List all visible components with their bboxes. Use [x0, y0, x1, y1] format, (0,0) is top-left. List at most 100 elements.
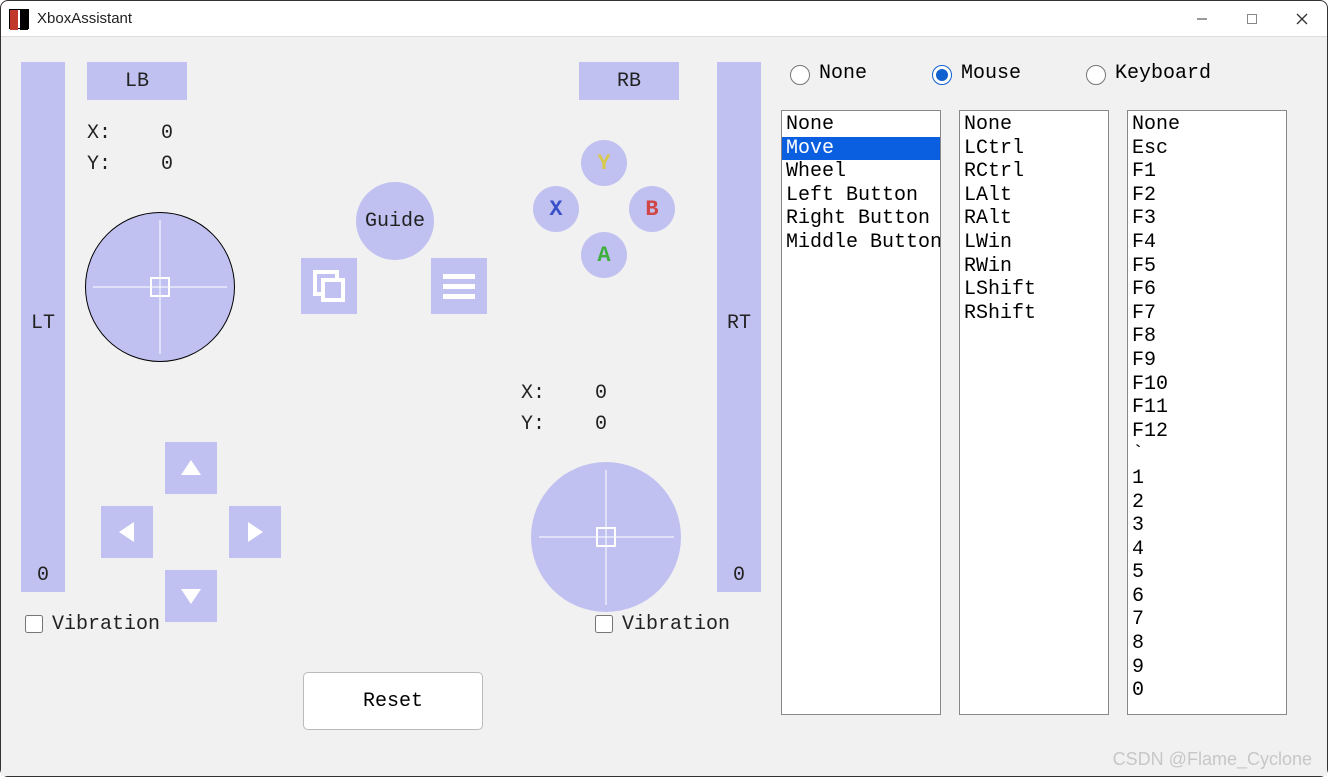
- list-item[interactable]: RWin: [960, 255, 1108, 279]
- list-item[interactable]: LShift: [960, 278, 1108, 302]
- list-item[interactable]: LAlt: [960, 184, 1108, 208]
- list-item[interactable]: 6: [1128, 585, 1286, 609]
- face-button-x[interactable]: X: [533, 186, 579, 232]
- list-item[interactable]: Left Button: [782, 184, 940, 208]
- dpad-left[interactable]: [101, 506, 153, 558]
- list-item[interactable]: F2: [1128, 184, 1286, 208]
- keyboard-list[interactable]: NoneEscF1F2F3F4F5F6F7F8F9F10F11F12`12345…: [1127, 110, 1287, 715]
- left-stick-x: 0: [161, 122, 173, 145]
- back-button[interactable]: [301, 258, 357, 314]
- radio-mouse[interactable]: Mouse: [927, 62, 1021, 85]
- close-button[interactable]: [1277, 1, 1327, 37]
- controller-area: LT 0 RT 0 LB RB X:0 Y:0 X:0 Y:0 Guide Y …: [21, 62, 761, 761]
- list-item[interactable]: Esc: [1128, 137, 1286, 161]
- titlebar: XboxAssistant: [1, 1, 1327, 37]
- back-icon: [312, 269, 346, 303]
- list-item[interactable]: 3: [1128, 514, 1286, 538]
- list-item[interactable]: LCtrl: [960, 137, 1108, 161]
- left-vibration[interactable]: Vibration: [21, 612, 160, 636]
- minimize-button[interactable]: [1177, 1, 1227, 37]
- menu-button[interactable]: [431, 258, 487, 314]
- left-stick[interactable]: [85, 212, 235, 362]
- left-stick-x-label: X:: [87, 122, 111, 145]
- list-item[interactable]: F7: [1128, 302, 1286, 326]
- face-button-b[interactable]: B: [629, 186, 675, 232]
- list-item[interactable]: 4: [1128, 538, 1286, 562]
- right-bumper[interactable]: RB: [579, 62, 679, 100]
- right-stick-y: 0: [595, 413, 607, 436]
- list-item[interactable]: F1: [1128, 160, 1286, 184]
- list-item[interactable]: F11: [1128, 396, 1286, 420]
- modifier-list[interactable]: NoneLCtrlRCtrlLAltRAltLWinRWinLShiftRShi…: [959, 110, 1109, 715]
- window-controls: [1177, 1, 1327, 37]
- list-item[interactable]: Right Button: [782, 207, 940, 231]
- list-item[interactable]: 5: [1128, 561, 1286, 585]
- list-item[interactable]: RAlt: [960, 207, 1108, 231]
- right-vibration-label: Vibration: [622, 613, 730, 636]
- mouse-list[interactable]: NoneMoveWheelLeft ButtonRight ButtonMidd…: [781, 110, 941, 715]
- dpad-up[interactable]: [165, 442, 217, 494]
- menu-icon: [441, 271, 477, 301]
- radio-none[interactable]: None: [785, 62, 867, 85]
- face-button-a[interactable]: A: [581, 232, 627, 278]
- left-stick-readout: X: 0 Y: 0: [87, 122, 173, 184]
- left-trigger-label: LT: [31, 312, 55, 335]
- left-stick-y-label: Y:: [87, 153, 111, 176]
- list-item[interactable]: Middle Button: [782, 231, 940, 255]
- list-item[interactable]: F6: [1128, 278, 1286, 302]
- list-item[interactable]: Wheel: [782, 160, 940, 184]
- content: LT 0 RT 0 LB RB X:0 Y:0 X:0 Y:0 Guide Y …: [1, 37, 1327, 776]
- list-item[interactable]: F5: [1128, 255, 1286, 279]
- right-vibration-checkbox[interactable]: [595, 615, 613, 633]
- right-stick-y-label: Y:: [521, 413, 545, 436]
- list-item[interactable]: 8: [1128, 632, 1286, 656]
- left-trigger-value: 0: [37, 564, 49, 587]
- list-item[interactable]: F3: [1128, 207, 1286, 231]
- list-item[interactable]: F8: [1128, 325, 1286, 349]
- right-stick-x-label: X:: [521, 382, 545, 405]
- list-item[interactable]: F9: [1128, 349, 1286, 373]
- mapping-mode-radios: None Mouse Keyboard: [781, 62, 1307, 85]
- list-item[interactable]: F4: [1128, 231, 1286, 255]
- right-vibration[interactable]: Vibration: [591, 612, 730, 636]
- left-vibration-checkbox[interactable]: [25, 615, 43, 633]
- left-vibration-label: Vibration: [52, 613, 160, 636]
- list-item[interactable]: 2: [1128, 491, 1286, 515]
- guide-button[interactable]: Guide: [356, 182, 434, 260]
- dpad-right[interactable]: [229, 506, 281, 558]
- right-stick-readout: X: 0 Y: 0: [521, 382, 607, 444]
- reset-button[interactable]: Reset: [303, 672, 483, 730]
- list-item[interactable]: 7: [1128, 608, 1286, 632]
- right-stick[interactable]: [531, 462, 681, 612]
- list-item[interactable]: RCtrl: [960, 160, 1108, 184]
- right-stick-x: 0: [595, 382, 607, 405]
- mapping-area: None Mouse Keyboard NoneMoveWheelLeft Bu…: [781, 62, 1307, 761]
- list-item[interactable]: None: [1128, 113, 1286, 137]
- mapping-lists: NoneMoveWheelLeft ButtonRight ButtonMidd…: [781, 110, 1307, 761]
- left-stick-y: 0: [161, 153, 173, 176]
- list-item[interactable]: F10: [1128, 373, 1286, 397]
- list-item[interactable]: None: [782, 113, 940, 137]
- list-item[interactable]: 9: [1128, 656, 1286, 680]
- list-item[interactable]: 0: [1128, 679, 1286, 703]
- list-item[interactable]: RShift: [960, 302, 1108, 326]
- maximize-button[interactable]: [1227, 1, 1277, 37]
- radio-keyboard[interactable]: Keyboard: [1081, 62, 1211, 85]
- list-item[interactable]: F12: [1128, 420, 1286, 444]
- list-item[interactable]: 1: [1128, 467, 1286, 491]
- list-item[interactable]: LWin: [960, 231, 1108, 255]
- right-trigger-value: 0: [733, 564, 745, 587]
- list-item[interactable]: Move: [782, 137, 940, 161]
- radio-none-input[interactable]: [790, 65, 810, 85]
- list-item[interactable]: None: [960, 113, 1108, 137]
- app-icon: [9, 9, 29, 29]
- face-button-y[interactable]: Y: [581, 140, 627, 186]
- right-trigger-label: RT: [727, 312, 751, 335]
- radio-keyboard-input[interactable]: [1086, 65, 1106, 85]
- left-bumper[interactable]: LB: [87, 62, 187, 100]
- right-trigger[interactable]: RT 0: [717, 62, 761, 592]
- left-trigger[interactable]: LT 0: [21, 62, 65, 592]
- list-item[interactable]: `: [1128, 443, 1286, 467]
- dpad-down[interactable]: [165, 570, 217, 622]
- radio-mouse-input[interactable]: [932, 65, 952, 85]
